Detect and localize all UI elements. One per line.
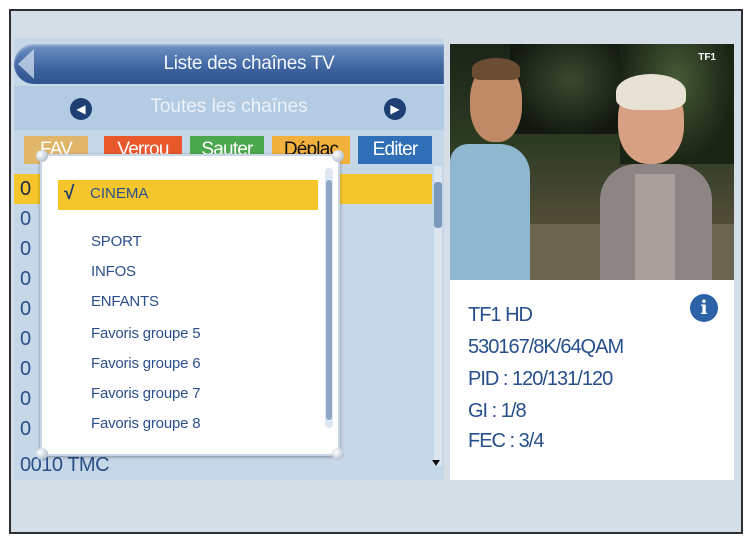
list-scroll-thumb[interactable] (434, 182, 442, 228)
scene-person (450, 144, 530, 280)
popup-item-selected[interactable]: √ CINEMA (58, 180, 318, 210)
group-popup: √ CINEMA SPORT INFOS ENFANTS Favoris gro… (36, 150, 344, 460)
popup-scroll-thumb[interactable] (326, 180, 332, 420)
guard-interval: GI : 1/8 (468, 400, 527, 422)
fec: FEC : 3/4 (468, 430, 544, 452)
scene-person (616, 74, 686, 110)
corner-knob-icon (332, 448, 344, 460)
scroll-down-icon (432, 460, 440, 466)
popup-item-label: CINEMA (90, 185, 149, 202)
popup-item[interactable]: ENFANTS (91, 290, 341, 314)
corner-knob-icon (36, 448, 48, 460)
scene-person (472, 58, 520, 80)
edit-button[interactable]: Editer (358, 136, 432, 164)
scene-person (635, 174, 675, 280)
popup-item[interactable]: INFOS (91, 260, 341, 284)
scene-tree (510, 44, 630, 134)
pid: PID : 120/131/120 (468, 368, 613, 390)
channel-logo: TF1 (698, 52, 716, 63)
channel-info-panel: i TF1 HD 530167/8K/64QAM PID : 120/131/1… (450, 280, 734, 480)
title-bar: Liste des chaînes TV (14, 44, 444, 84)
page-title: Liste des chaînes TV (163, 53, 335, 74)
chevron-right-icon[interactable]: ▶ (384, 98, 406, 120)
group-label: Toutes les chaînes (150, 96, 308, 117)
popup-item[interactable]: Favoris groupe 8 (91, 412, 341, 436)
popup-item[interactable]: Favoris groupe 7 (91, 382, 341, 406)
corner-knob-icon (332, 150, 344, 162)
popup-item[interactable]: SPORT (91, 230, 341, 254)
popup-item[interactable]: Favoris groupe 6 (91, 352, 341, 376)
checkmark-icon: √ (64, 183, 75, 204)
channel-name: TF1 HD (468, 304, 533, 326)
video-preview: TF1 (450, 44, 734, 280)
frequency: 530167/8K/64QAM (468, 336, 624, 358)
info-icon[interactable]: i (690, 294, 718, 322)
popup-item[interactable]: Favoris groupe 5 (91, 322, 341, 346)
group-selector[interactable]: ◀ Toutes les chaînes ▶ (14, 86, 444, 130)
corner-knob-icon (36, 150, 48, 162)
